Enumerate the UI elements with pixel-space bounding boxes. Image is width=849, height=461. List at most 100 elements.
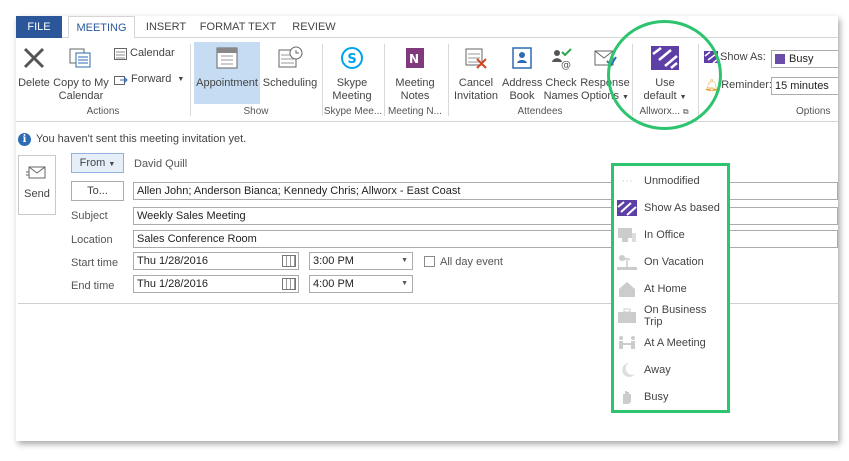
cancel-invitation-button[interactable]: Cancel Invitation (452, 46, 500, 103)
end-date-value: Thu 1/28/2016 (137, 278, 208, 290)
chevron-down-icon: ▼ (108, 161, 116, 168)
calendar-picker-icon[interactable] (282, 278, 296, 290)
list-item-label: At Home (644, 283, 687, 295)
skype-label-1: Skype (336, 77, 368, 89)
appointment-button[interactable]: Appointment (194, 42, 260, 104)
list-item-label: Unmodified (644, 175, 700, 187)
subject-field[interactable]: Weekly Sales Meeting (133, 207, 838, 225)
chevron-down-icon[interactable]: ▼ (401, 253, 408, 269)
address-label-2: Book (509, 90, 535, 102)
tab-format-text[interactable]: FORMAT TEXT (198, 16, 278, 38)
onenote-icon: N (406, 48, 424, 68)
group-label-attendees: Attendees (517, 106, 563, 117)
appointment-label: Appointment (196, 77, 258, 89)
busy-color-swatch (775, 54, 785, 64)
copy-calendar-icon (69, 48, 91, 68)
end-time-label: End time (71, 280, 115, 292)
delete-label: Delete (18, 77, 50, 89)
show-as-label: Show As: (720, 51, 766, 63)
tab-insert[interactable]: INSERT (144, 16, 188, 38)
list-item-label: Away (644, 364, 671, 376)
start-time-value: 3:00 PM (313, 255, 354, 267)
svg-text:S: S (347, 52, 356, 67)
highlight-circle (607, 20, 722, 130)
briefcase-icon (617, 307, 637, 325)
end-time-value: 4:00 PM (313, 278, 354, 290)
appointment-icon (216, 47, 238, 69)
list-item-unmodified[interactable]: ··· Unmodified (617, 170, 727, 192)
send-envelope-icon (26, 166, 46, 179)
from-value: David Quill (134, 158, 188, 170)
show-as-value: Busy (789, 53, 814, 65)
calendar-label: Calendar (130, 47, 175, 59)
cancel-label-1: Cancel (458, 77, 494, 89)
list-item-away[interactable]: Away (617, 359, 727, 381)
calendar-button[interactable]: Calendar (114, 47, 178, 60)
address-label-1: Address (502, 77, 543, 89)
tab-review[interactable]: REVIEW (288, 16, 340, 38)
meeting-notes-button[interactable]: N Meeting Notes (388, 46, 442, 103)
group-label-skype: Skype Mee... (323, 106, 383, 117)
show-as-select[interactable]: Busy (771, 50, 838, 68)
to-button[interactable]: To... (71, 181, 124, 201)
chevron-down-icon[interactable]: ▼ (401, 276, 408, 292)
location-label: Location (71, 234, 113, 246)
list-item-label: On Vacation (644, 256, 704, 268)
cancel-label-2: Invitation (453, 90, 499, 102)
check-label-2: Names (543, 90, 579, 102)
send-label: Send (24, 188, 50, 200)
info-bar: i You haven't sent this meeting invitati… (18, 130, 246, 148)
list-item-at-a-meeting[interactable]: At A Meeting (617, 332, 727, 354)
start-time-field[interactable]: 3:00 PM ▼ (309, 252, 413, 270)
skype-meeting-button[interactable]: S Skype Meeting (326, 46, 378, 103)
location-field[interactable]: Sales Conference Room (133, 230, 838, 248)
list-item-at-home[interactable]: At Home (617, 278, 727, 300)
allworx-logo-icon (617, 199, 637, 217)
scheduling-icon (278, 46, 303, 68)
copy-to-calendar-button[interactable]: Copy to My Calendar (52, 46, 110, 103)
allworx-status-list: ··· Unmodified Show As based In Office O… (611, 163, 730, 413)
list-item-label: Busy (644, 391, 669, 403)
svg-text:N: N (409, 52, 419, 66)
delete-x-icon (23, 47, 45, 69)
list-item-label: On Business Trip (644, 304, 707, 328)
forward-label: Forward (131, 73, 172, 85)
calendar-small-icon (114, 47, 127, 60)
address-book-button[interactable]: Address Book (502, 46, 542, 103)
check-label-1: Check (545, 77, 577, 89)
group-label-options: Options (796, 106, 831, 117)
hand-icon (617, 388, 637, 406)
send-button[interactable]: Send (18, 155, 56, 215)
cancel-calendar-icon (465, 48, 487, 69)
subject-label: Subject (71, 210, 108, 222)
all-day-checkbox[interactable] (424, 256, 435, 267)
all-day-label: All day event (440, 256, 503, 268)
list-item-in-office[interactable]: In Office (617, 224, 727, 246)
delete-button[interactable]: Delete (18, 46, 50, 90)
check-names-button[interactable]: @ Check Names (542, 46, 580, 103)
start-date-field[interactable]: Thu 1/28/2016 (133, 252, 299, 270)
to-field[interactable]: Allen John; Anderson Bianca; Kennedy Chr… (133, 182, 838, 200)
skype-icon: S (341, 47, 363, 69)
list-item-on-business-trip[interactable]: On Business Trip (617, 304, 727, 328)
end-date-field[interactable]: Thu 1/28/2016 (133, 275, 299, 293)
end-time-field[interactable]: 4:00 PM ▼ (309, 275, 413, 293)
list-item-on-vacation[interactable]: On Vacation (617, 251, 727, 273)
check-names-icon: @ (552, 48, 572, 71)
tab-meeting[interactable]: MEETING (68, 16, 135, 39)
list-item-label: At A Meeting (644, 337, 706, 349)
list-item-busy[interactable]: Busy (617, 386, 727, 408)
tab-file[interactable]: FILE (16, 16, 62, 38)
notes-label-2: Notes (400, 90, 430, 102)
scheduling-button[interactable]: Scheduling (262, 46, 318, 90)
list-item-show-as-based[interactable]: Show As based (617, 197, 727, 219)
home-icon (617, 280, 637, 298)
forward-button[interactable]: Forward ▼ (114, 73, 186, 86)
reminder-select[interactable]: 15 minutes (771, 77, 838, 95)
calendar-picker-icon[interactable] (282, 255, 296, 267)
info-message: You haven't sent this meeting invitation… (36, 133, 247, 145)
svg-text:@: @ (561, 60, 571, 70)
office-icon (617, 226, 637, 244)
chevron-down-icon: ▼ (177, 76, 185, 83)
from-button[interactable]: From ▼ (71, 153, 124, 173)
